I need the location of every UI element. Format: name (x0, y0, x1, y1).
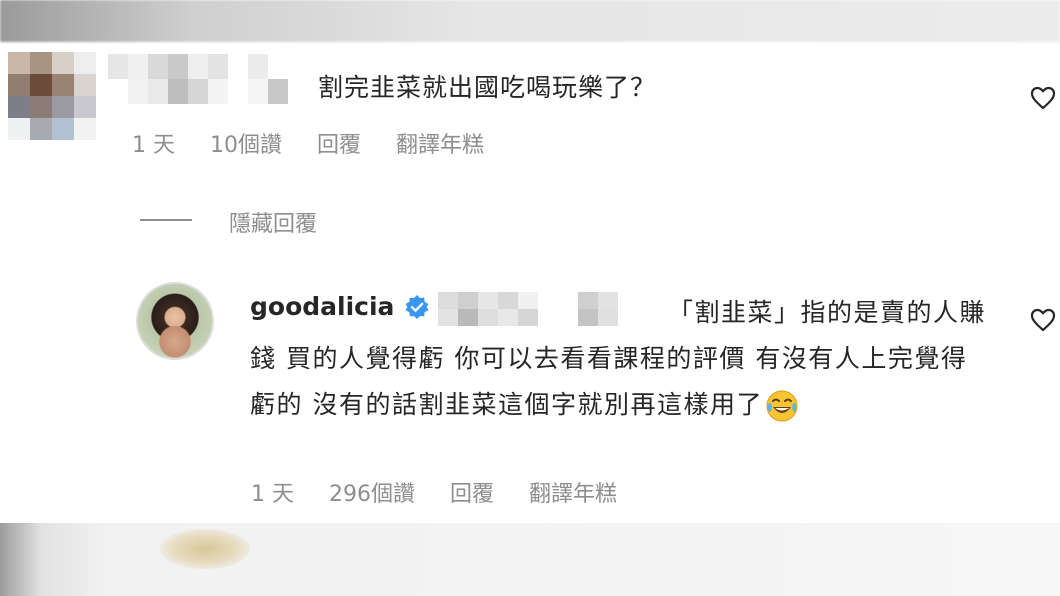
avatar[interactable] (136, 282, 214, 360)
translate-button[interactable]: 翻譯年糕 (529, 482, 617, 507)
hide-replies-button[interactable]: 隱藏回覆 (229, 206, 317, 238)
comment-meta: 1 天 10個讚 回覆 翻譯年糕 (132, 127, 512, 159)
reply-button[interactable]: 回覆 (317, 133, 361, 158)
blurred-shape (0, 523, 40, 596)
heart-icon[interactable] (1030, 308, 1056, 332)
likes-count[interactable]: 296個讚 (329, 482, 415, 507)
heart-icon[interactable] (1030, 86, 1056, 110)
blurred-top-region (0, 0, 1060, 42)
blurred-shape (160, 529, 250, 569)
hide-replies-line (140, 219, 192, 221)
reply-comment-text: 「割韭菜」指的是賣的人賺錢 買的人覺得虧 你可以去看看課程的評價 有沒有人上完覺… (250, 290, 990, 428)
avatar-pixelated[interactable] (8, 52, 96, 140)
reply-button[interactable]: 回覆 (450, 482, 494, 507)
reply-comment-body: 「割韭菜」指的是賣的人賺錢 買的人覺得虧 你可以去看看課程的評價 有沒有人上完覺… (250, 298, 987, 419)
likes-count[interactable]: 10個讚 (210, 133, 282, 158)
username-pixelated[interactable] (108, 54, 308, 104)
comment-text: 割完韭菜就出國吃喝玩樂了？ (318, 73, 657, 102)
face-with-tears-of-joy-icon (765, 389, 799, 423)
translate-button[interactable]: 翻譯年糕 (396, 133, 484, 158)
blurred-bottom-region (0, 523, 1060, 596)
reply-comment-meta: 1 天 296個讚 回覆 翻譯年糕 (251, 476, 645, 508)
comment-time: 1 天 (132, 133, 175, 158)
comment-time: 1 天 (251, 482, 294, 507)
